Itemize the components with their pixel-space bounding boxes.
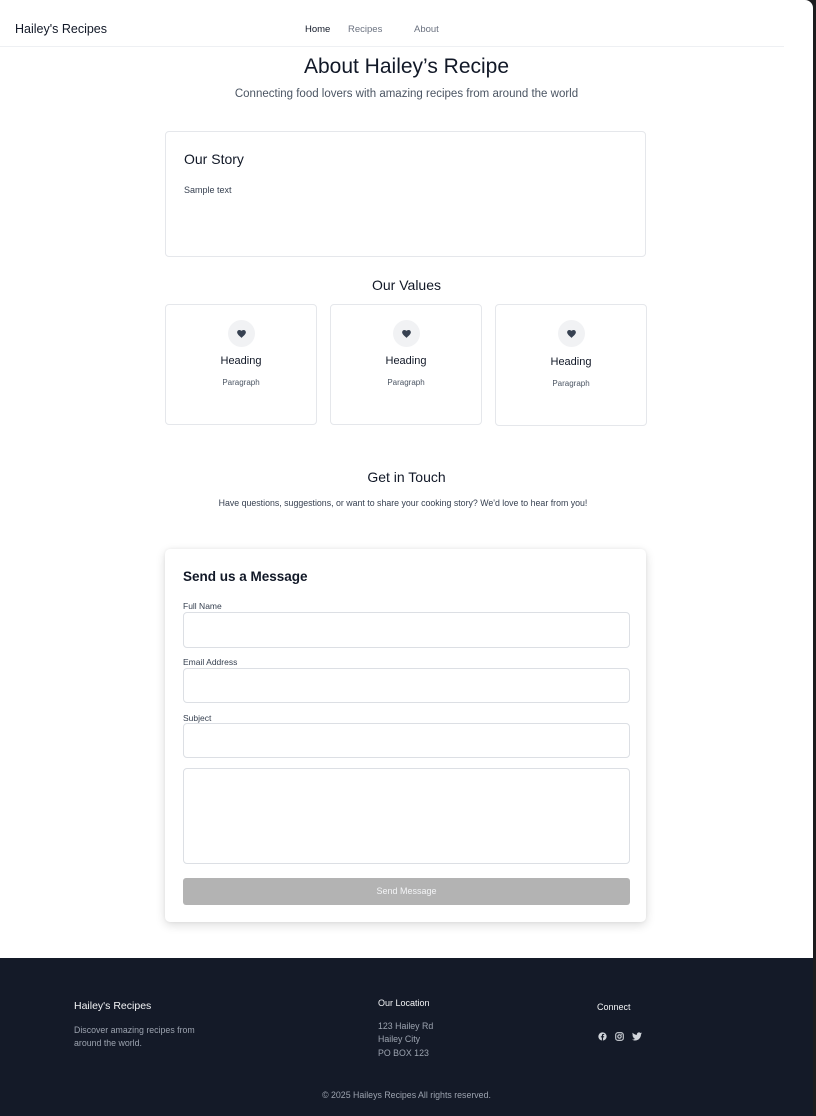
heart-icon xyxy=(228,320,255,347)
facebook-icon[interactable] xyxy=(597,1032,607,1042)
page-subtitle: Connecting food lovers with amazing reci… xyxy=(234,88,579,100)
value-paragraph: Paragraph xyxy=(222,378,260,387)
footer: Hailey's Recipes Discover amazing recipe… xyxy=(0,958,813,1116)
footer-location-line: Hailey City xyxy=(378,1034,421,1044)
footer-location-line: PO BOX 123 xyxy=(378,1048,429,1058)
heart-icon xyxy=(393,320,420,347)
email-label: Email Address xyxy=(183,657,238,667)
value-paragraph: Paragraph xyxy=(387,378,425,387)
story-card: Our Story Sample text xyxy=(165,131,646,257)
subject-field[interactable] xyxy=(183,723,630,758)
brand-logo[interactable]: Hailey's Recipes xyxy=(15,22,107,36)
contact-title: Get in Touch xyxy=(367,469,446,485)
top-nav: Hailey's Recipes Home Recipes About xyxy=(0,0,784,47)
page: Hailey's Recipes Home Recipes About Abou… xyxy=(0,0,813,1116)
email-field[interactable] xyxy=(183,668,630,703)
form-title: Send us a Message xyxy=(183,569,308,584)
page-title: About Hailey’s Recipe xyxy=(303,55,510,78)
footer-location-line: 123 Hailey Rd xyxy=(378,1021,434,1031)
value-card: Heading Paragraph xyxy=(330,304,482,425)
value-heading: Heading xyxy=(385,355,427,367)
instagram-icon[interactable] xyxy=(614,1032,624,1042)
full-name-field[interactable] xyxy=(183,612,630,648)
value-card: Heading Paragraph xyxy=(495,304,647,426)
footer-description: Discover amazing recipes from around the… xyxy=(74,1025,195,1048)
story-text: Sample text xyxy=(184,185,232,195)
message-field[interactable] xyxy=(183,768,630,864)
value-heading: Heading xyxy=(550,356,592,368)
contact-text: Have questions, suggestions, or want to … xyxy=(218,498,588,508)
twitter-icon[interactable] xyxy=(632,1032,642,1042)
story-title: Our Story xyxy=(184,151,244,167)
value-heading: Heading xyxy=(220,355,262,367)
subject-label: Subject xyxy=(183,713,212,723)
value-card: Heading Paragraph xyxy=(165,304,317,425)
values-title: Our Values xyxy=(372,277,441,293)
nav-link-recipes[interactable]: Recipes xyxy=(348,24,382,35)
value-paragraph: Paragraph xyxy=(552,379,590,388)
heart-icon xyxy=(558,320,585,347)
nav-link-about[interactable]: About xyxy=(414,24,439,35)
footer-brand: Hailey's Recipes xyxy=(74,1000,152,1012)
footer-location-title: Our Location xyxy=(378,998,430,1008)
footer-connect-title: Connect xyxy=(597,1002,631,1012)
full-name-label: Full Name xyxy=(183,601,222,611)
nav-link-home[interactable]: Home xyxy=(305,24,330,35)
contact-form: Send us a Message Full Name Email Addres… xyxy=(165,549,646,922)
copyright: © 2025 Haileys Recipes All rights reserv… xyxy=(322,1090,491,1100)
send-message-button[interactable]: Send Message xyxy=(183,878,630,905)
